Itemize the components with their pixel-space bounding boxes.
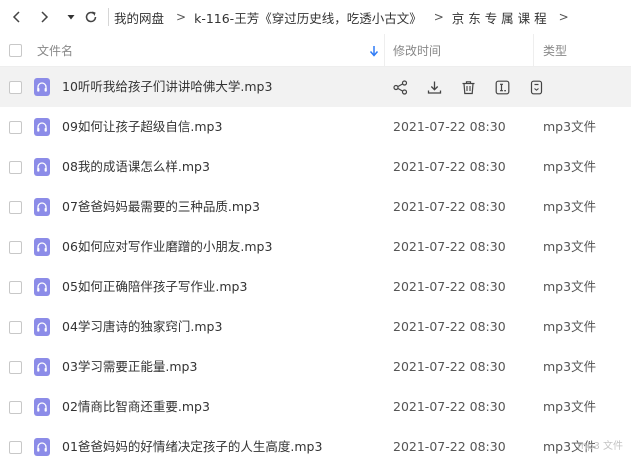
- rename-button[interactable]: [494, 79, 511, 95]
- file-row[interactable]: 10听听我给孩子们讲讲哈佛大学.mp3: [0, 67, 631, 107]
- file-name[interactable]: 10听听我给孩子们讲讲哈佛大学.mp3: [62, 67, 272, 107]
- rename-icon: [495, 80, 510, 94]
- file-row[interactable]: 02情商比智商还重要.mp3 2021-07-22 08:30 mp3文件: [0, 387, 631, 427]
- select-all-checkbox[interactable]: [9, 44, 22, 57]
- delete-icon: [462, 80, 475, 94]
- file-row[interactable]: 04学习唐诗的独家窍门.mp3 2021-07-22 08:30 mp3文件: [0, 307, 631, 347]
- delete-button[interactable]: [460, 79, 477, 95]
- file-modified-date: 2021-07-22 08:30: [393, 199, 506, 214]
- audio-file-icon: [34, 158, 50, 176]
- file-modified-date: 2021-07-22 08:30: [393, 319, 506, 334]
- row-actions: [392, 79, 545, 95]
- breadcrumb-separator: >: [433, 10, 444, 24]
- file-type: mp3文件: [543, 239, 597, 254]
- audio-file-icon: [34, 318, 50, 336]
- audio-file-icon: [34, 78, 50, 96]
- column-name-header[interactable]: 文件名: [37, 34, 73, 67]
- file-name[interactable]: 09如何让孩子超级自信.mp3: [62, 107, 222, 147]
- file-name[interactable]: 07爸爸妈妈最需要的三种品质.mp3: [62, 187, 260, 227]
- column-divider: [384, 34, 385, 67]
- breadcrumb-item-root[interactable]: 我的网盘: [114, 8, 164, 27]
- refresh-button[interactable]: [80, 6, 102, 28]
- audio-file-icon: [34, 198, 50, 216]
- more-icon: [530, 80, 543, 94]
- file-row[interactable]: 06如何应对写作业磨蹭的小朋友.mp3 2021-07-22 08:30 mp3…: [0, 227, 631, 267]
- forward-button[interactable]: [33, 6, 55, 28]
- refresh-icon: [85, 11, 97, 23]
- file-row[interactable]: 03学习需要正能量.mp3 2021-07-22 08:30 mp3文件: [0, 347, 631, 387]
- breadcrumb-separator: >: [176, 10, 187, 24]
- file-type: mp3文件: [543, 159, 597, 174]
- file-name[interactable]: 02情商比智商还重要.mp3: [62, 387, 210, 427]
- file-type: mp3文件: [543, 119, 597, 134]
- file-type: mp3文件: [543, 319, 597, 334]
- breadcrumb: 我的网盘 > k-116-王芳《穿过历史线，吃透小古文》 > 京 东 专 属 课…: [114, 0, 577, 34]
- top-bar: 我的网盘 > k-116-王芳《穿过历史线，吃透小古文》 > 京 东 专 属 课…: [0, 0, 631, 34]
- row-checkbox[interactable]: [9, 81, 22, 94]
- row-checkbox[interactable]: [9, 281, 22, 294]
- file-modified-date: 2021-07-22 08:30: [393, 439, 506, 454]
- file-modified-date: 2021-07-22 08:30: [393, 119, 506, 134]
- breadcrumb-separator: >: [558, 10, 569, 24]
- download-button[interactable]: [426, 79, 443, 95]
- row-checkbox[interactable]: [9, 361, 22, 374]
- chevron-left-icon: [12, 11, 20, 23]
- file-modified-date: 2021-07-22 08:30: [393, 239, 506, 254]
- caret-down-icon: [67, 15, 75, 20]
- file-list-header: 文件名 修改时间 类型: [0, 34, 631, 67]
- row-checkbox[interactable]: [9, 321, 22, 334]
- file-name[interactable]: 08我的成语课怎么样.mp3: [62, 147, 210, 187]
- file-name[interactable]: 06如何应对写作业磨蹭的小朋友.mp3: [62, 227, 272, 267]
- file-row[interactable]: 09如何让孩子超级自信.mp3 2021-07-22 08:30 mp3文件: [0, 107, 631, 147]
- back-button[interactable]: [6, 6, 28, 28]
- audio-file-icon: [34, 278, 50, 296]
- file-name[interactable]: 05如何正确陪伴孩子写作业.mp3: [62, 267, 247, 307]
- file-type: mp3文件: [543, 279, 597, 294]
- file-name[interactable]: 04学习唐诗的独家窍门.mp3: [62, 307, 222, 347]
- file-modified-date: 2021-07-22 08:30: [393, 359, 506, 374]
- file-modified-date: 2021-07-22 08:30: [393, 399, 506, 414]
- audio-file-icon: [34, 118, 50, 136]
- row-checkbox[interactable]: [9, 121, 22, 134]
- breadcrumb-item-current[interactable]: 京 东 专 属 课 程: [452, 8, 547, 27]
- toolbar-divider: [108, 8, 109, 26]
- file-type: mp3文件: [543, 199, 597, 214]
- share-icon: [393, 79, 408, 95]
- file-type: mp3文件: [543, 399, 597, 414]
- file-name[interactable]: 03学习需要正能量.mp3: [62, 347, 197, 387]
- more-button[interactable]: [528, 79, 545, 95]
- audio-file-icon: [34, 358, 50, 376]
- column-modified-header[interactable]: 修改时间: [393, 34, 441, 67]
- sort-down-arrow-icon[interactable]: [369, 45, 379, 57]
- download-icon: [427, 81, 442, 94]
- file-modified-date: 2021-07-22 08:30: [393, 279, 506, 294]
- file-row[interactable]: 05如何正确陪伴孩子写作业.mp3 2021-07-22 08:30 mp3文件: [0, 267, 631, 307]
- file-row[interactable]: 08我的成语课怎么样.mp3 2021-07-22 08:30 mp3文件: [0, 147, 631, 187]
- row-checkbox[interactable]: [9, 241, 22, 254]
- file-name[interactable]: 01爸爸妈妈的好情绪决定孩子的人生高度.mp3: [62, 427, 322, 467]
- column-divider: [533, 34, 534, 67]
- file-row[interactable]: 07爸爸妈妈最需要的三种品质.mp3 2021-07-22 08:30 mp3文…: [0, 187, 631, 227]
- share-button[interactable]: [392, 79, 409, 95]
- column-type-label: 类型: [543, 44, 568, 58]
- column-name-label: 文件名: [37, 44, 74, 58]
- column-type-header[interactable]: 类型: [543, 34, 567, 67]
- file-row[interactable]: 01爸爸妈妈的好情绪决定孩子的人生高度.mp3 2021-07-22 08:30…: [0, 427, 631, 467]
- audio-file-icon: [34, 398, 50, 416]
- row-checkbox[interactable]: [9, 441, 22, 454]
- row-checkbox[interactable]: [9, 401, 22, 414]
- row-checkbox[interactable]: [9, 161, 22, 174]
- audio-file-icon: [34, 238, 50, 256]
- history-dropdown-button[interactable]: [60, 6, 82, 28]
- file-type: mp3文件: [543, 359, 597, 374]
- breadcrumb-item-course-folder[interactable]: k-116-王芳《穿过历史线，吃透小古文》: [194, 8, 422, 27]
- column-modified-label: 修改时间: [393, 44, 442, 58]
- chevron-right-icon: [41, 11, 49, 23]
- row-checkbox[interactable]: [9, 201, 22, 214]
- watermark-text: mp3 文件: [577, 441, 623, 452]
- file-modified-date: 2021-07-22 08:30: [393, 159, 506, 174]
- file-list: 10听听我给孩子们讲讲哈佛大学.mp3 09如何让孩子超级自信.mp3 2021…: [0, 67, 631, 467]
- audio-file-icon: [34, 438, 50, 456]
